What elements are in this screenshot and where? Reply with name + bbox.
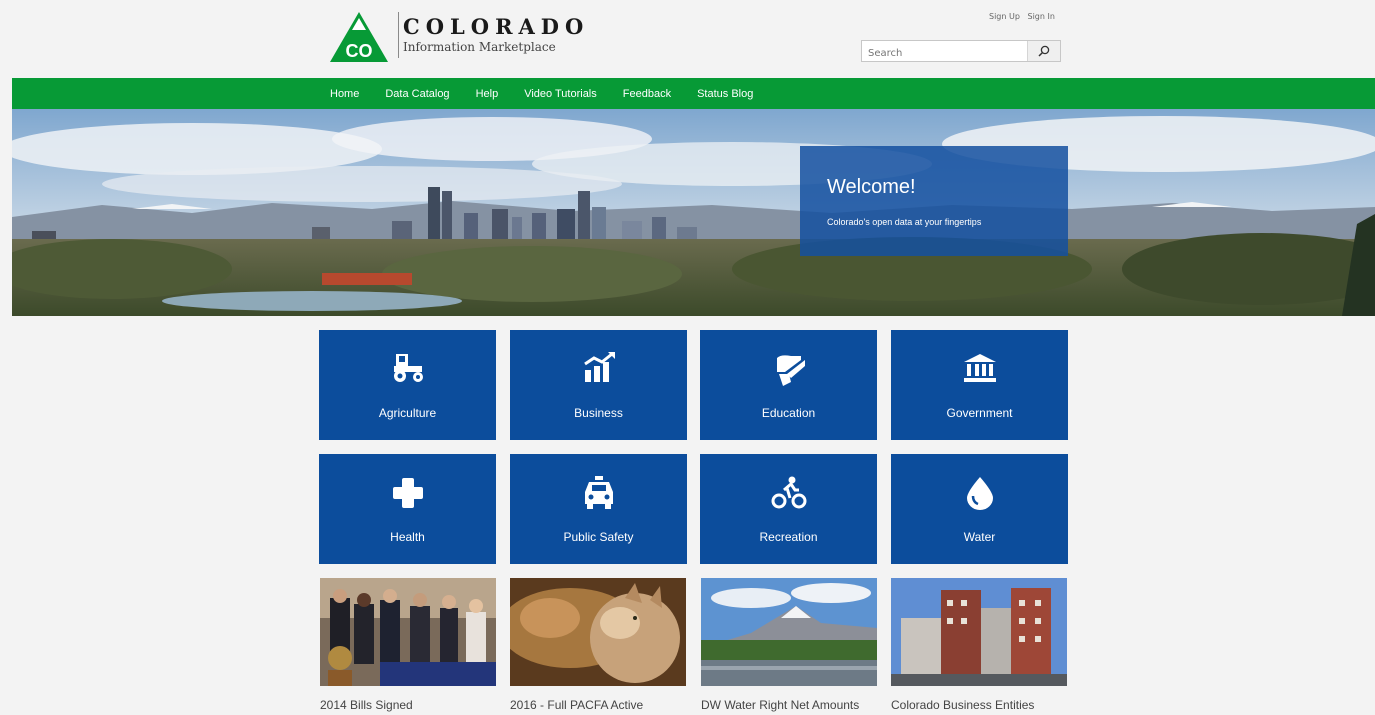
nav-items: Home Data Catalog Help Video Tutorials F… <box>330 78 779 109</box>
search-button[interactable] <box>1027 41 1060 61</box>
nav-item-feedback[interactable]: Feedback <box>623 88 671 100</box>
category-tile-health[interactable]: Health <box>319 454 496 564</box>
category-tile-business[interactable]: Business <box>510 330 687 440</box>
search-input[interactable] <box>866 43 1030 64</box>
category-tile-recreation[interactable]: Recreation <box>700 454 877 564</box>
featured-image-bills-signed[interactable] <box>320 578 496 686</box>
water-drop-icon <box>966 477 993 510</box>
search-box <box>861 40 1061 64</box>
category-tile-agriculture[interactable]: Agriculture <box>319 330 496 440</box>
logo-triangle-icon: CO <box>330 12 388 62</box>
sign-in-link[interactable]: Sign In <box>1027 12 1054 21</box>
tractor-icon <box>393 354 423 382</box>
category-label: Business <box>574 406 623 420</box>
colorado-logo[interactable]: CO <box>330 12 388 62</box>
police-car-icon <box>584 476 613 509</box>
featured-image-water-rights[interactable] <box>701 578 877 686</box>
category-tile-water[interactable]: Water <box>891 454 1068 564</box>
category-label: Health <box>390 530 425 544</box>
category-tile-education[interactable]: Education <box>700 330 877 440</box>
hero-banner: Welcome! Colorado's open data at your fi… <box>12 109 1375 316</box>
nav-item-video-tutorials[interactable]: Video Tutorials <box>524 88 597 100</box>
welcome-box: Welcome! Colorado's open data at your fi… <box>800 146 1068 256</box>
medical-cross-icon <box>392 478 423 508</box>
featured-title[interactable]: 2016 - Full PACFA Active <box>510 698 643 712</box>
site-subtitle: Information Marketplace <box>403 40 556 54</box>
featured-image-business-entities[interactable] <box>891 578 1067 686</box>
category-label: Education <box>761 406 816 420</box>
auth-links: Sign Up Sign In <box>984 12 1055 21</box>
category-label: Recreation <box>759 530 818 544</box>
nav-item-data-catalog[interactable]: Data Catalog <box>385 88 449 100</box>
denver-skyline-image <box>12 109 1375 316</box>
site-header: CO COLORADO Information Marketplace Sign… <box>12 0 1375 78</box>
nav-item-help[interactable]: Help <box>476 88 499 100</box>
nav-item-status-blog[interactable]: Status Blog <box>697 88 753 100</box>
search-icon <box>1038 45 1050 57</box>
featured-title[interactable]: Colorado Business Entities <box>891 698 1034 712</box>
category-label: Agriculture <box>378 406 437 420</box>
chart-icon <box>583 352 615 382</box>
sign-up-link[interactable]: Sign Up <box>989 12 1020 21</box>
capitol-icon <box>963 354 996 382</box>
category-label: Water <box>963 530 996 544</box>
category-tile-government[interactable]: Government <box>891 330 1068 440</box>
welcome-subtitle: Colorado's open data at your fingertips <box>827 217 982 227</box>
category-tile-public-safety[interactable]: Public Safety <box>510 454 687 564</box>
category-label: Government <box>946 406 1013 420</box>
logo-divider <box>398 12 399 58</box>
site-title: COLORADO <box>403 14 590 39</box>
nav-item-home[interactable]: Home <box>330 88 359 100</box>
featured-title[interactable]: 2014 Bills Signed <box>320 698 413 712</box>
welcome-title: Welcome! <box>827 176 916 198</box>
featured-title[interactable]: DW Water Right Net Amounts <box>701 698 859 712</box>
featured-image-pacfa[interactable] <box>510 578 686 686</box>
pencil-book-icon <box>776 355 805 386</box>
main-nav: Home Data Catalog Help Video Tutorials F… <box>12 78 1375 109</box>
page: CO COLORADO Information Marketplace Sign… <box>12 0 1375 715</box>
bicycle-icon <box>771 476 806 509</box>
category-label: Public Safety <box>563 530 634 544</box>
logo-text: CO <box>346 41 373 61</box>
